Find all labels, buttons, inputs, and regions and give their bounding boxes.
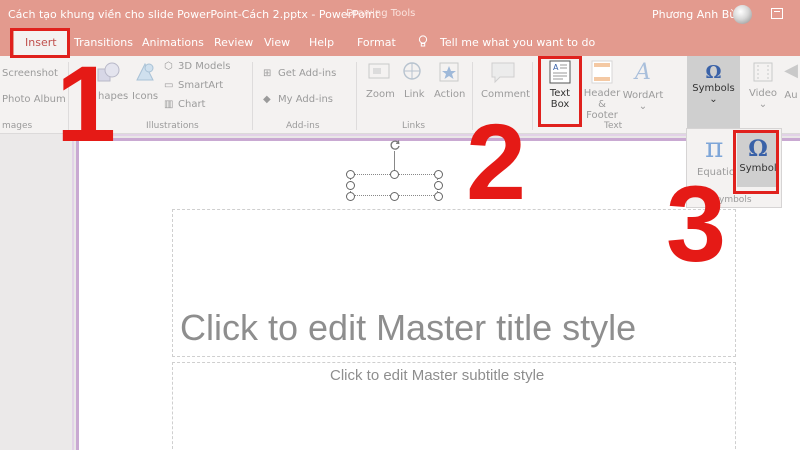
3d-models-button[interactable]: 3D Models: [178, 61, 230, 72]
title-placeholder-text: Click to edit Master title style: [180, 307, 637, 348]
group-divider: [356, 62, 357, 130]
highlight-text-box: [538, 56, 582, 127]
video-chevron-icon: ⌄: [758, 99, 768, 110]
tab-animations[interactable]: Animations: [142, 36, 204, 49]
drawing-tools-label: Drawing Tools: [346, 8, 416, 19]
images-group-label: mages: [2, 121, 33, 131]
header-footer-button[interactable]: Header & Footer: [582, 60, 622, 121]
ribbon-tabs: Insert Transitions Animations Review Vie…: [0, 30, 800, 56]
video-icon: [753, 62, 773, 82]
tab-review[interactable]: Review: [214, 36, 253, 49]
group-divider: [252, 62, 253, 130]
resize-handle[interactable]: [434, 181, 443, 190]
tab-view[interactable]: View: [264, 36, 290, 49]
header-footer-label-2: & Footer: [586, 99, 618, 121]
step-number-3: 3: [666, 163, 727, 284]
audio-button[interactable]: ◀ Au: [782, 60, 800, 101]
ribbon-insert: Screenshot Photo Album mages hapes Icons…: [0, 56, 800, 134]
comment-icon: [491, 62, 515, 84]
cube-icon: ⬡: [164, 61, 173, 72]
audio-label: Au: [784, 90, 798, 101]
comment-button[interactable]: Comment: [481, 89, 530, 100]
user-name[interactable]: Phương Anh Bùi: [652, 8, 739, 21]
group-divider: [532, 62, 533, 130]
resize-handle[interactable]: [434, 170, 443, 179]
link-icon: [403, 62, 421, 80]
my-add-ins-icon: ◆: [263, 94, 271, 105]
header-footer-icon: [591, 60, 613, 84]
zoom-icon: [368, 63, 390, 79]
resize-handle[interactable]: [346, 170, 355, 179]
step-number-1: 1: [56, 43, 117, 164]
wordart-button[interactable]: A WordArt ⌄: [622, 60, 664, 112]
smartart-icon: ▭: [164, 80, 174, 91]
thumbnail-pane[interactable]: [0, 134, 74, 450]
step-number-2: 2: [466, 101, 527, 222]
symbols-button[interactable]: Ω Symbols ⌄: [687, 56, 740, 130]
text-group-label: Text: [604, 121, 623, 131]
omega-icon: Ω: [705, 62, 722, 83]
highlight-symbol: [733, 130, 779, 194]
resize-handle[interactable]: [390, 170, 399, 179]
symbols-label: Symbols: [692, 83, 735, 94]
store-icon: ⊞: [263, 68, 272, 79]
resize-handle[interactable]: [346, 181, 355, 190]
smartart-button[interactable]: SmartArt: [178, 80, 223, 91]
title-bar: Cách tạo khung viền cho slide PowerPoint…: [0, 0, 800, 30]
zoom-button[interactable]: Zoom: [366, 89, 395, 100]
tab-format[interactable]: Format: [357, 36, 396, 49]
my-add-ins-button[interactable]: My Add-ins: [278, 94, 333, 105]
subtitle-placeholder-text: Click to edit Master subtitle style: [330, 367, 545, 384]
video-button[interactable]: Video ⌄: [748, 60, 778, 110]
screenshot-button[interactable]: Screenshot: [2, 68, 58, 79]
resize-handle[interactable]: [346, 192, 355, 201]
header-footer-label-1: Header: [583, 88, 621, 99]
avatar[interactable]: [733, 5, 752, 24]
add-ins-group-label: Add-ins: [286, 121, 320, 131]
action-button[interactable]: Action: [434, 89, 465, 100]
window-title: Cách tạo khung viền cho slide PowerPoint…: [8, 8, 380, 21]
link-button[interactable]: Link: [404, 89, 424, 100]
tell-me-search[interactable]: Tell me what you want to do: [440, 36, 595, 49]
wordart-chevron-icon: ⌄: [638, 101, 648, 112]
chart-button[interactable]: Chart: [178, 99, 205, 110]
action-icon: [439, 62, 459, 82]
wordart-icon: A: [635, 60, 651, 85]
lightbulb-icon: [418, 35, 428, 47]
resize-handle[interactable]: [434, 192, 443, 201]
pi-icon: π: [705, 131, 724, 164]
audio-icon: ◀: [784, 60, 798, 81]
get-add-ins-button[interactable]: Get Add-ins: [278, 68, 336, 79]
ribbon-display-options-icon[interactable]: [771, 8, 783, 19]
wordart-label: WordArt: [622, 90, 664, 101]
symbols-chevron-icon: ⌄: [709, 94, 718, 105]
links-group-label: Links: [402, 121, 426, 131]
icons-icon: [136, 62, 154, 81]
tab-help[interactable]: Help: [309, 36, 334, 49]
chart-icon: ▥: [164, 99, 174, 110]
icons-button[interactable]: Icons: [132, 91, 158, 102]
illustrations-group-label: Illustrations: [146, 121, 199, 131]
video-label: Video: [748, 88, 778, 99]
resize-handle[interactable]: [390, 192, 399, 201]
rotate-handle-icon[interactable]: [389, 139, 401, 151]
